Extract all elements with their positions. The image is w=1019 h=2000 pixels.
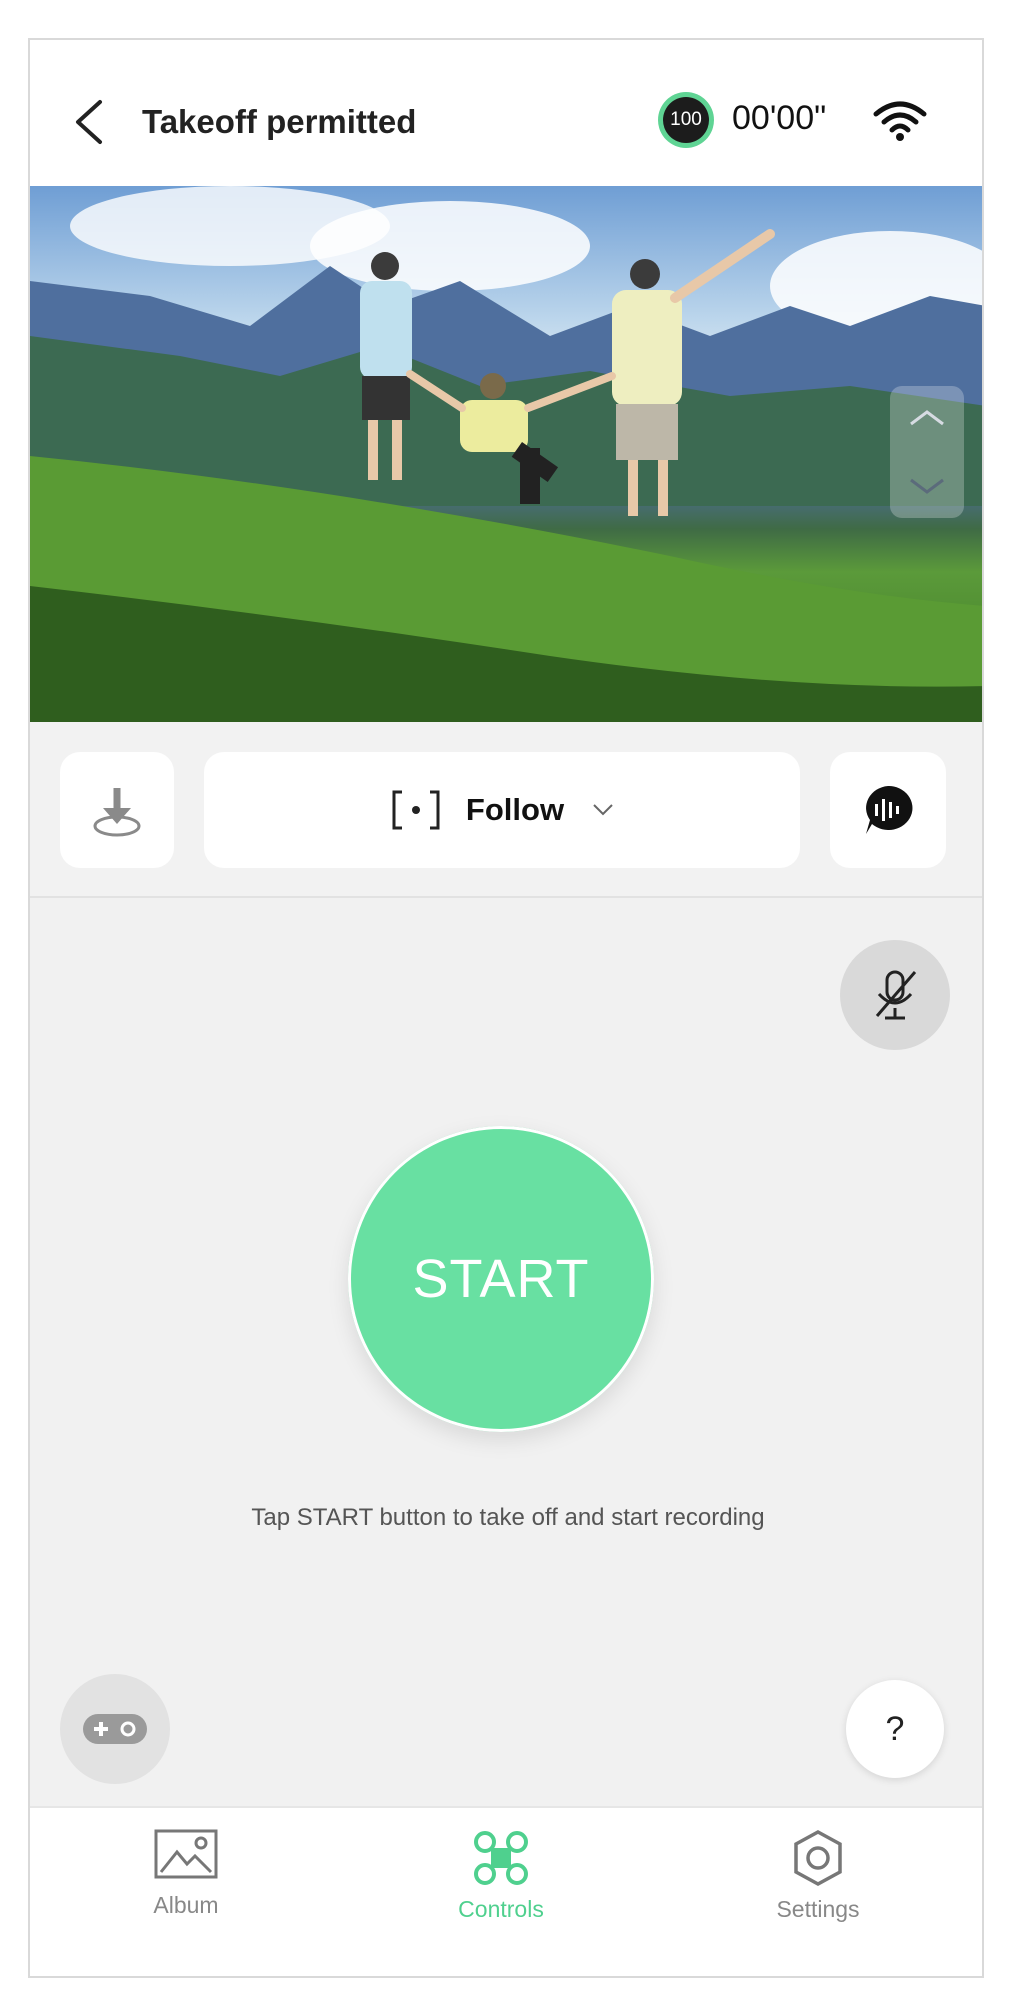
- battery-level: 100: [663, 97, 709, 143]
- help-button[interactable]: ?: [846, 1680, 944, 1778]
- hexagon-settings-icon: [794, 1830, 842, 1886]
- chevron-down-icon[interactable]: [908, 478, 946, 494]
- app-frame: Takeoff permitted 100 00'00" Follow STAR…: [28, 38, 984, 1978]
- gimbal-tilt-control[interactable]: [890, 386, 964, 518]
- bottom-navigation: Album Controls Settings: [30, 1806, 982, 1976]
- flight-mode-content: Follow: [204, 752, 800, 868]
- mic-toggle-button[interactable]: [840, 940, 950, 1050]
- control-panel: START Tap START button to take off and s…: [30, 898, 982, 1806]
- mic-off-icon: [875, 970, 917, 1020]
- camera-preview[interactable]: [30, 186, 982, 722]
- start-button[interactable]: START: [348, 1126, 654, 1432]
- wifi-icon: [873, 101, 927, 141]
- nav-album[interactable]: Album: [86, 1828, 286, 1919]
- drone-icon: [474, 1831, 528, 1885]
- nav-settings[interactable]: Settings: [718, 1828, 918, 1923]
- gamepad-icon: [83, 1714, 147, 1744]
- chevron-up-icon[interactable]: [908, 410, 946, 426]
- landing-icon: [93, 788, 141, 837]
- nav-controls[interactable]: Controls: [401, 1828, 601, 1923]
- flight-mode-label: Follow: [465, 792, 565, 827]
- nav-album-label: Album: [153, 1892, 219, 1918]
- chevron-down-icon: [593, 804, 613, 816]
- flight-mode-selector[interactable]: Follow: [204, 752, 800, 868]
- camera-scene: [30, 186, 982, 722]
- start-hint-text: Tap START button to take off and start r…: [251, 1504, 765, 1531]
- land-button[interactable]: [60, 752, 174, 868]
- back-arrow-icon[interactable]: [70, 98, 110, 146]
- mode-bar: Follow: [30, 722, 982, 898]
- top-bar: Takeoff permitted 100 00'00": [30, 40, 982, 186]
- flight-timer: 00'00": [732, 99, 827, 137]
- voice-command-button[interactable]: [830, 752, 946, 868]
- voice-bubble-icon: [866, 785, 913, 834]
- battery-indicator: 100: [658, 92, 714, 148]
- nav-settings-label: Settings: [776, 1896, 860, 1922]
- nav-controls-label: Controls: [458, 1896, 544, 1922]
- status-title: Takeoff permitted: [142, 103, 417, 140]
- follow-target-icon: [392, 790, 440, 830]
- gamepad-button[interactable]: [60, 1674, 170, 1784]
- image-icon: [154, 1829, 218, 1879]
